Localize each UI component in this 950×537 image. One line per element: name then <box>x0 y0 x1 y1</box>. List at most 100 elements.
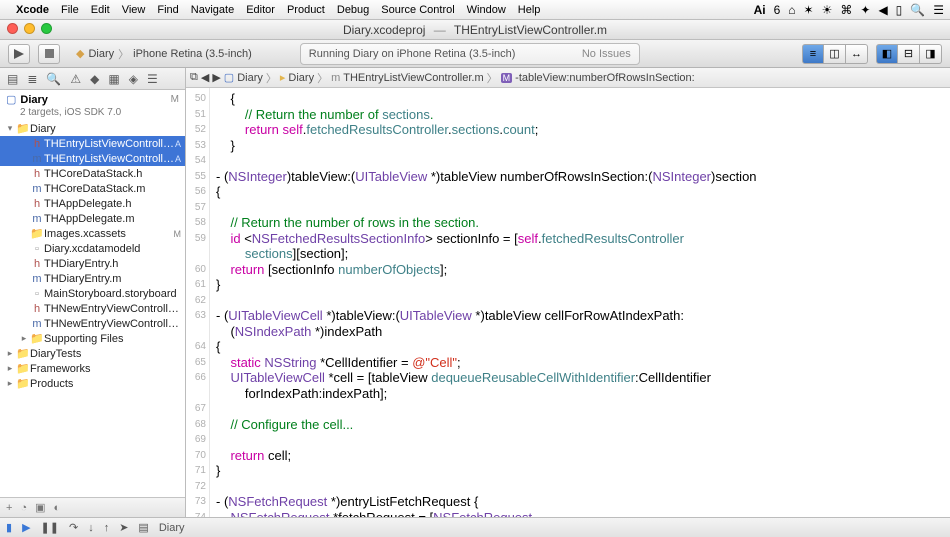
file-row[interactable]: hTHAppDelegate.h <box>0 196 185 211</box>
scm-badge: A <box>175 139 181 149</box>
menu-product[interactable]: Product <box>287 4 325 16</box>
file-row[interactable]: ▫Diary.xcdatamodeld <box>0 241 185 256</box>
folder-row[interactable]: ▸📁DiaryTests <box>0 346 185 361</box>
step-into-icon[interactable]: ↓ <box>88 522 94 534</box>
breakpoint-navigator-icon[interactable]: ◈ <box>129 72 138 86</box>
run-button[interactable] <box>8 44 30 64</box>
jump-forward-icon[interactable]: ▶ <box>212 71 220 84</box>
disclosure-triangle-icon[interactable]: ▸ <box>4 363 16 374</box>
scheme-destination: iPhone Retina (3.5-inch) <box>133 48 252 60</box>
folder-icon: 📁 <box>16 122 30 135</box>
status-volume-icon[interactable]: ◀ <box>878 3 887 17</box>
toggle-breakpoints-icon[interactable]: ▮ <box>6 521 12 534</box>
menu-help[interactable]: Help <box>518 4 541 16</box>
menu-window[interactable]: Window <box>467 4 506 16</box>
folder-row[interactable]: 📁Images.xcassetsM <box>0 226 185 241</box>
status-battery-icon[interactable]: ▯ <box>896 3 903 17</box>
step-over-icon[interactable]: ↷ <box>69 521 78 534</box>
test-navigator-icon[interactable]: ◆ <box>90 72 99 86</box>
find-navigator-icon[interactable]: 🔍 <box>46 72 61 86</box>
file-label: THEntryListViewController.m <box>44 153 175 165</box>
minimize-window-button[interactable] <box>24 23 35 34</box>
status-sync-icon[interactable]: ✶ <box>804 3 814 17</box>
status-display-icon[interactable]: ☀ <box>822 3 833 17</box>
toggle-debug-area-button[interactable]: ⊟ <box>898 44 920 64</box>
folder-row[interactable]: ▸📁Supporting Files <box>0 331 185 346</box>
filter-recent-icon[interactable]: ◔ <box>20 502 27 514</box>
step-out-icon[interactable]: ↑ <box>104 522 110 534</box>
close-window-button[interactable] <box>7 23 18 34</box>
editor-mode-segment[interactable]: ≡ ◫ ↔ <box>802 44 868 64</box>
assistant-editor-button[interactable]: ◫ <box>824 44 846 64</box>
status-notifications-icon[interactable]: ☰ <box>933 3 944 17</box>
folder-row[interactable]: ▾📁Diary <box>0 121 185 136</box>
disclosure-triangle-icon[interactable]: ▾ <box>4 123 16 134</box>
jump-project[interactable]: Diary <box>237 72 263 84</box>
stop-button[interactable] <box>38 44 60 64</box>
file-row[interactable]: hTHEntryListViewController.hA <box>0 136 185 151</box>
file-row[interactable]: hTHDiaryEntry.h <box>0 256 185 271</box>
status-dropbox-icon[interactable]: ⌂ <box>788 3 795 17</box>
m-icon: m <box>30 273 44 285</box>
status-spotlight-icon[interactable]: 🔍 <box>910 3 925 17</box>
jump-symbol[interactable]: -tableView:numberOfRowsInSection: <box>515 72 695 84</box>
menu-bar: Xcode File Edit View Find Navigate Edito… <box>0 0 950 20</box>
pause-icon[interactable]: ❚❚ <box>41 521 59 534</box>
file-row[interactable]: mTHAppDelegate.m <box>0 211 185 226</box>
menu-source-control[interactable]: Source Control <box>381 4 454 16</box>
folder-row[interactable]: ▸📁Frameworks <box>0 361 185 376</box>
disclosure-triangle-icon[interactable]: ▸ <box>18 333 30 344</box>
file-row[interactable]: ▫MainStoryboard.storyboard <box>0 286 185 301</box>
jump-back-icon[interactable]: ◀ <box>201 71 209 84</box>
status-bluetooth-icon[interactable]: ⌘ <box>840 3 852 17</box>
related-items-icon[interactable]: ⧉ <box>190 71 198 84</box>
panel-toggle-segment[interactable]: ◧ ⊟ ◨ <box>876 44 942 64</box>
log-navigator-icon[interactable]: ☰ <box>147 72 158 86</box>
file-row[interactable]: hTHCoreDataStack.h <box>0 166 185 181</box>
code-content[interactable]: { // Return the number of sections. retu… <box>210 88 950 517</box>
zoom-window-button[interactable] <box>41 23 52 34</box>
filter-bookmark-icon[interactable]: ◐ <box>54 502 61 514</box>
menu-view[interactable]: View <box>122 4 146 16</box>
file-row[interactable]: hTHNewEntryViewController.h <box>0 301 185 316</box>
status-wifi-icon[interactable]: ✦ <box>860 3 870 17</box>
filter-scm-icon[interactable]: ▣ <box>35 501 45 514</box>
project-header[interactable]: ▢ Diary M <box>0 90 185 107</box>
file-row[interactable]: mTHDiaryEntry.m <box>0 271 185 286</box>
jump-group[interactable]: Diary <box>288 72 314 84</box>
h-icon: h <box>30 303 44 315</box>
jump-bar[interactable]: ⧉ ◀ ▶ ▢Diary 〉 ▸Diary 〉 mTHEntryListView… <box>186 68 950 88</box>
folder-row[interactable]: ▸📁Products <box>0 376 185 391</box>
menu-find[interactable]: Find <box>157 4 178 16</box>
version-editor-button[interactable]: ↔ <box>846 44 868 64</box>
debug-navigator-icon[interactable]: ▦ <box>108 72 119 86</box>
location-icon[interactable]: ➤ <box>119 521 128 534</box>
add-button-icon[interactable]: + <box>6 502 12 514</box>
file-row[interactable]: mTHNewEntryViewController.m <box>0 316 185 331</box>
jump-file[interactable]: THEntryListViewController.m <box>343 72 483 84</box>
code-editor[interactable]: 5051525354555657585960616263646566676869… <box>186 88 950 517</box>
menu-editor[interactable]: Editor <box>246 4 275 16</box>
toggle-navigator-button[interactable]: ◧ <box>876 44 898 64</box>
toggle-utilities-button[interactable]: ◨ <box>920 44 942 64</box>
scheme-selector[interactable]: ◆ Diary 〉 iPhone Retina (3.5-inch) <box>76 46 252 62</box>
file-row[interactable]: mTHCoreDataStack.m <box>0 181 185 196</box>
navigator-sidebar: ▤ ≣ 🔍 ⚠ ◆ ▦ ◈ ☰ ▢ Diary M 2 targets, iOS… <box>0 68 186 517</box>
continue-icon[interactable]: ▶ <box>22 521 30 534</box>
issue-navigator-icon[interactable]: ⚠ <box>70 72 81 86</box>
menu-debug[interactable]: Debug <box>337 4 369 16</box>
symbol-navigator-icon[interactable]: ≣ <box>27 72 37 86</box>
menu-edit[interactable]: Edit <box>91 4 110 16</box>
status-ai-icon[interactable]: Ai <box>754 3 766 17</box>
disclosure-triangle-icon[interactable]: ▸ <box>4 348 16 359</box>
project-navigator-icon[interactable]: ▤ <box>7 72 18 86</box>
standard-editor-button[interactable]: ≡ <box>802 44 824 64</box>
app-menu[interactable]: Xcode <box>16 4 49 16</box>
line-gutter[interactable]: 5051525354555657585960616263646566676869… <box>186 88 210 517</box>
file-row[interactable]: mTHEntryListViewController.mA <box>0 151 185 166</box>
menu-navigate[interactable]: Navigate <box>191 4 234 16</box>
disclosure-triangle-icon[interactable]: ▸ <box>4 378 16 389</box>
file-label: Diary <box>30 123 181 135</box>
menu-file[interactable]: File <box>61 4 79 16</box>
file-label: THCoreDataStack.h <box>44 168 181 180</box>
